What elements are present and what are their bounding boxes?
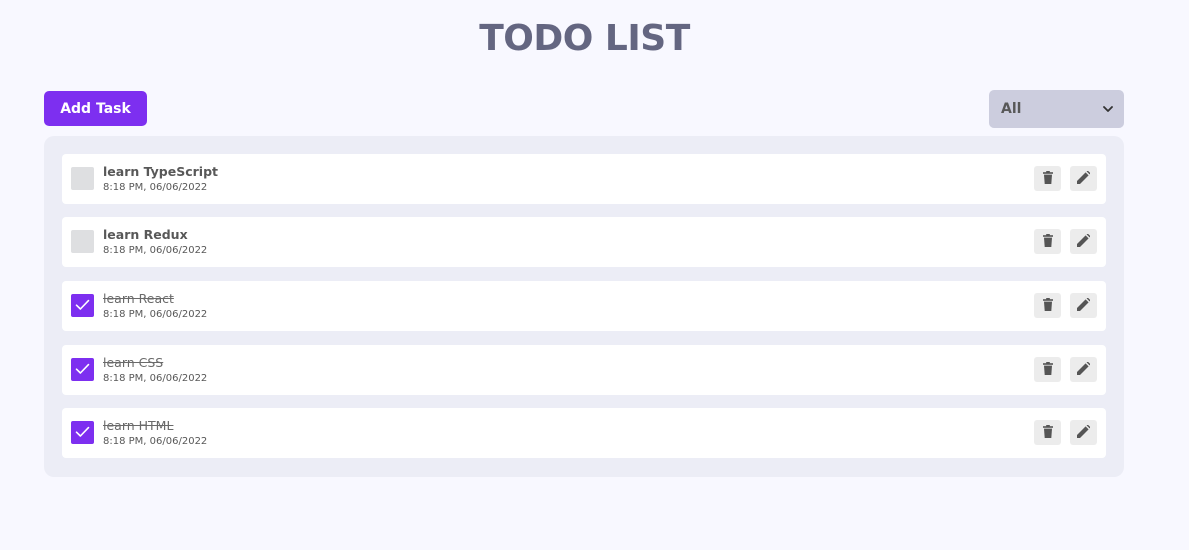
todo-app: TODO LIST Add Task All learn TypeScript … xyxy=(0,0,1189,550)
pencil-icon xyxy=(1077,232,1091,251)
todo-item: learn TypeScript 8:18 PM, 06/06/2022 xyxy=(62,154,1106,204)
todo-checkbox[interactable] xyxy=(71,294,94,317)
todo-checkbox[interactable] xyxy=(71,167,94,190)
todo-item: learn Redux 8:18 PM, 06/06/2022 xyxy=(62,217,1106,267)
status-filter-select[interactable]: All xyxy=(989,90,1124,128)
delete-button[interactable] xyxy=(1034,293,1061,318)
pencil-icon xyxy=(1077,169,1091,188)
todo-title: learn TypeScript xyxy=(103,164,219,179)
filter-selected-value: All xyxy=(1001,101,1022,117)
trash-icon xyxy=(1042,296,1053,315)
page-title: TODO LIST xyxy=(479,18,690,59)
trash-icon xyxy=(1042,232,1053,251)
todo-item: learn React 8:18 PM, 06/06/2022 xyxy=(62,281,1106,331)
check-icon xyxy=(75,360,90,379)
todo-checkbox[interactable] xyxy=(71,421,94,444)
edit-button[interactable] xyxy=(1070,420,1097,445)
todo-checkbox[interactable] xyxy=(71,358,94,381)
pencil-icon xyxy=(1077,423,1091,442)
edit-button[interactable] xyxy=(1070,293,1097,318)
todo-timestamp: 8:18 PM, 06/06/2022 xyxy=(103,373,208,384)
todo-timestamp: 8:18 PM, 06/06/2022 xyxy=(103,245,208,256)
delete-button[interactable] xyxy=(1034,357,1061,382)
trash-icon xyxy=(1042,169,1053,188)
pencil-icon xyxy=(1077,360,1091,379)
todo-item: learn CSS 8:18 PM, 06/06/2022 xyxy=(62,345,1106,395)
todo-checkbox[interactable] xyxy=(71,230,94,253)
todo-timestamp: 8:18 PM, 06/06/2022 xyxy=(103,436,208,447)
edit-button[interactable] xyxy=(1070,229,1097,254)
todo-timestamp: 8:18 PM, 06/06/2022 xyxy=(103,309,208,320)
todo-title: learn HTML xyxy=(103,418,174,433)
delete-button[interactable] xyxy=(1034,166,1061,191)
todo-title: learn Redux xyxy=(103,227,188,242)
todo-title: learn React xyxy=(103,291,174,306)
trash-icon xyxy=(1042,360,1053,379)
check-icon xyxy=(75,423,90,442)
todo-title: learn CSS xyxy=(103,355,164,370)
check-icon xyxy=(75,296,90,315)
add-task-button[interactable]: Add Task xyxy=(44,91,147,126)
delete-button[interactable] xyxy=(1034,229,1061,254)
delete-button[interactable] xyxy=(1034,420,1061,445)
todo-item: learn HTML 8:18 PM, 06/06/2022 xyxy=(62,408,1106,458)
edit-button[interactable] xyxy=(1070,166,1097,191)
pencil-icon xyxy=(1077,296,1091,315)
edit-button[interactable] xyxy=(1070,357,1097,382)
todo-timestamp: 8:18 PM, 06/06/2022 xyxy=(103,182,208,193)
trash-icon xyxy=(1042,423,1053,442)
todo-list-panel: learn TypeScript 8:18 PM, 06/06/2022 lea… xyxy=(44,136,1124,477)
chevron-down-icon xyxy=(1102,103,1114,115)
